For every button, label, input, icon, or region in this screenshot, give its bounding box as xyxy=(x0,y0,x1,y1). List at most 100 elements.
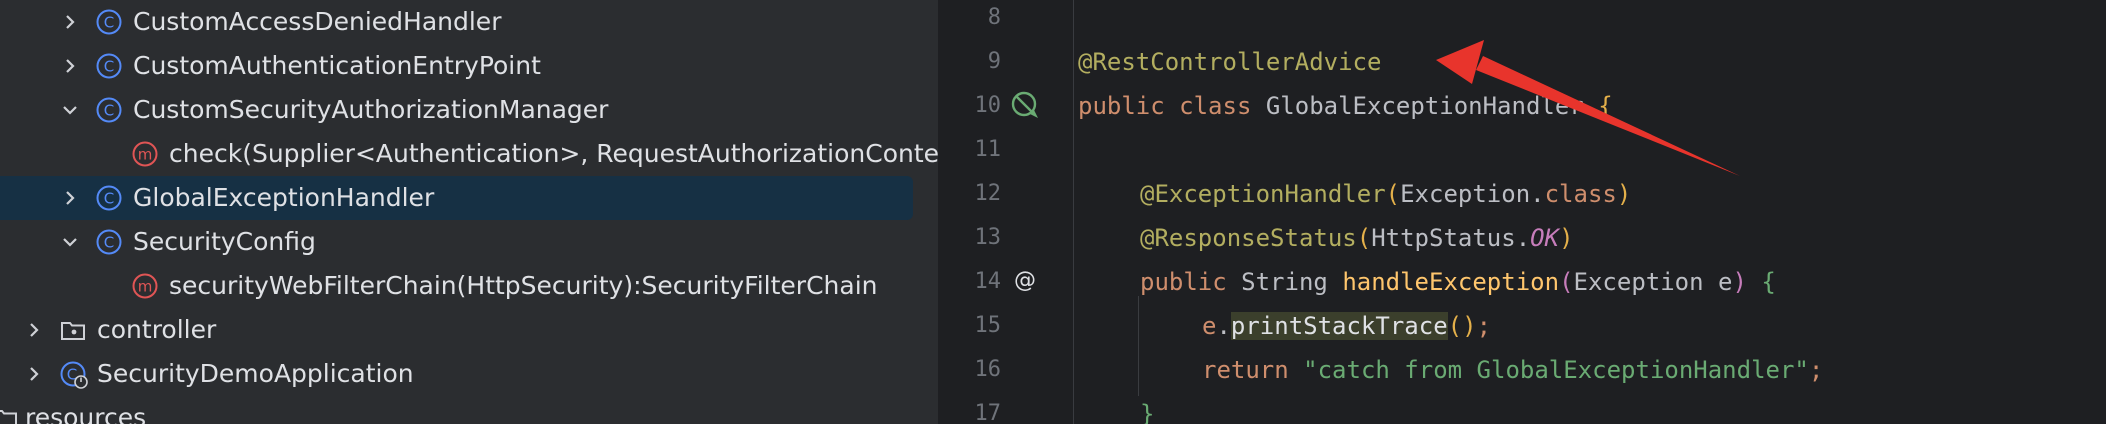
line-number: 15 xyxy=(974,313,1002,338)
code-editor[interactable]: 8 9 10 11 12 13 14 15 16 17 @ @RestContr… xyxy=(938,0,2106,424)
paren: ) xyxy=(1559,224,1574,252)
param-type: Exception xyxy=(1573,268,1704,296)
svg-text:C: C xyxy=(104,58,114,76)
keyword-return: return xyxy=(1202,356,1289,384)
tree-item-customaccessdeniedhandler[interactable]: C CustomAccessDeniedHandler xyxy=(0,0,938,44)
tree-item-securityconfig[interactable]: C SecurityConfig xyxy=(0,220,938,264)
tree-item-resources-folder[interactable]: resources xyxy=(0,396,938,424)
svg-text:m: m xyxy=(138,278,153,296)
exception-handler-annotation: @ExceptionHandler xyxy=(1140,180,1386,208)
chevron-down-icon[interactable] xyxy=(60,100,80,120)
tree-item-customauthenticationentrypoint[interactable]: C CustomAuthenticationEntryPoint xyxy=(0,44,938,88)
svg-text:C: C xyxy=(104,234,114,252)
response-status-annotation: @ResponseStatus xyxy=(1140,224,1357,252)
class-icon: C xyxy=(96,9,122,35)
dot: . xyxy=(1216,312,1231,340)
semicolon: ; xyxy=(1808,356,1824,384)
svg-text:C: C xyxy=(104,102,114,120)
keyword-public: public xyxy=(1078,92,1165,120)
tree-item-controller-folder[interactable]: controller xyxy=(0,308,938,352)
method-call: printStackTrace xyxy=(1230,312,1448,340)
dot: . xyxy=(1515,224,1531,252)
chevron-right-icon[interactable] xyxy=(60,56,80,76)
folder-icon xyxy=(0,405,18,424)
semicolon: ; xyxy=(1476,312,1492,340)
code-line-17: } xyxy=(1140,399,1154,424)
chevron-right-icon[interactable] xyxy=(24,320,44,340)
keyword-class: class xyxy=(1179,92,1252,120)
code-line-13: @ResponseStatus(HttpStatus.OK) xyxy=(1140,223,1574,253)
at-annotation-icon[interactable]: @ xyxy=(1010,265,1040,295)
svg-text:@: @ xyxy=(1014,268,1036,293)
tree-item-label: CustomSecurityAuthorizationManager xyxy=(133,95,609,124)
chevron-right-icon[interactable] xyxy=(24,364,44,384)
open-brace: { xyxy=(1761,268,1776,296)
tree-item-label: SecurityDemoApplication xyxy=(97,359,414,388)
code-line-9: @RestControllerAdvice xyxy=(1078,47,1381,77)
chevron-down-icon[interactable] xyxy=(60,232,80,252)
tree-item-label: GlobalExceptionHandler xyxy=(133,183,435,212)
close-brace: } xyxy=(1140,400,1155,424)
indent-guide xyxy=(1138,296,1139,396)
svg-text:C: C xyxy=(104,14,114,32)
class-icon: C xyxy=(96,53,122,79)
return-type: String xyxy=(1241,268,1328,296)
code-line-15: e.printStackTrace(); xyxy=(1202,311,1491,341)
tree-item-label: resources xyxy=(25,403,147,424)
variable-e: e xyxy=(1202,312,1217,340)
code-line-12: @ExceptionHandler(Exception.class) xyxy=(1140,179,1631,209)
tree-item-label: SecurityConfig xyxy=(133,227,316,256)
line-number: 17 xyxy=(974,401,1002,424)
class-icon: C xyxy=(96,185,122,211)
open-brace: { xyxy=(1598,92,1613,120)
tree-item-label: check(Supplier<Authentication>, RequestA… xyxy=(169,139,938,168)
paren: ( xyxy=(1559,268,1574,296)
tree-item-securitywebfilterchain-method[interactable]: m securityWebFilterChain(HttpSecurity):S… xyxy=(0,264,938,308)
no-implementations-icon[interactable] xyxy=(1010,90,1040,120)
method-icon: m xyxy=(132,273,158,299)
tree-item-securitydemoapplication[interactable]: C SecurityDemoApplication xyxy=(0,352,938,396)
project-tree-panel: C CustomAccessDeniedHandler C CustomAuth… xyxy=(0,0,938,424)
tree-item-globalexceptionhandler[interactable]: C GlobalExceptionHandler xyxy=(0,176,938,220)
tree-item-label: CustomAccessDeniedHandler xyxy=(133,7,502,36)
line-number: 16 xyxy=(974,357,1002,382)
code-line-14: public String handleException(Exception … xyxy=(1140,267,1776,297)
chevron-right-icon[interactable] xyxy=(60,12,80,32)
paren: ) xyxy=(1616,180,1632,208)
dot: . xyxy=(1530,180,1545,208)
tree-item-label: CustomAuthenticationEntryPoint xyxy=(133,51,541,80)
tree-item-customsecurityauthorizationmanager[interactable]: C CustomSecurityAuthorizationManager xyxy=(0,88,938,132)
line-number: 11 xyxy=(974,137,1002,162)
method-name: handleException xyxy=(1342,268,1560,296)
code-line-10: public class GlobalExceptionHandler { xyxy=(1078,91,1613,121)
class-name: GlobalExceptionHandler xyxy=(1265,92,1584,120)
line-number: 14 xyxy=(974,269,1002,294)
line-number: 12 xyxy=(974,181,1002,206)
paren: ) xyxy=(1732,268,1747,296)
line-number: 9 xyxy=(987,49,1001,74)
editor-gutter: 8 9 10 11 12 13 14 15 16 17 @ xyxy=(938,0,1074,424)
type-name: HttpStatus xyxy=(1371,224,1516,252)
line-number: 8 xyxy=(987,5,1001,30)
param-name: e xyxy=(1718,268,1733,296)
type-name: Exception xyxy=(1400,180,1531,208)
keyword-class: class xyxy=(1544,180,1617,208)
spring-boot-class-icon: C xyxy=(60,361,88,389)
class-icon: C xyxy=(96,229,122,255)
svg-text:m: m xyxy=(138,146,153,164)
chevron-right-icon[interactable] xyxy=(60,188,80,208)
tree-item-check-method[interactable]: m check(Supplier<Authentication>, Reques… xyxy=(0,132,938,176)
enum-constant: OK xyxy=(1530,224,1560,252)
folder-icon xyxy=(60,317,86,343)
paren: ( xyxy=(1385,180,1401,208)
line-number: 13 xyxy=(974,225,1002,250)
svg-text:C: C xyxy=(104,190,114,208)
class-icon: C xyxy=(96,97,122,123)
tree-item-label: securityWebFilterChain(HttpSecurity):Sec… xyxy=(169,271,878,300)
tree-item-label: controller xyxy=(97,315,217,344)
code-line-16: return "catch from GlobalExceptionHandle… xyxy=(1202,355,1823,385)
method-icon: m xyxy=(132,141,158,167)
paren: ( xyxy=(1356,224,1372,252)
parens: () xyxy=(1447,312,1477,340)
keyword-public: public xyxy=(1140,268,1227,296)
